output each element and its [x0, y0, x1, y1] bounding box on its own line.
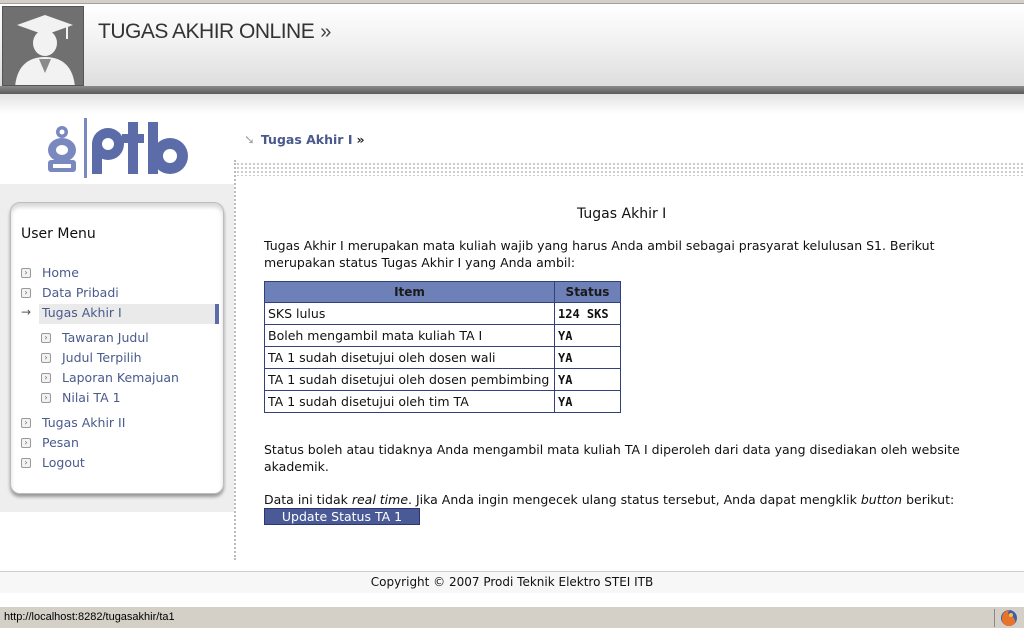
table-cell-status: YA: [554, 346, 621, 369]
table-row: Boleh mengambil mata kuliah TA I YA: [264, 324, 621, 347]
menu-title: User Menu: [21, 226, 96, 242]
note-text: berikut:: [902, 492, 955, 507]
firefox-icon[interactable]: [1000, 609, 1018, 627]
table-cell-item: TA 1 sudah disetujui oleh dosen pembimbi…: [264, 368, 555, 391]
header-bar: [0, 86, 1024, 94]
status-divider: [994, 609, 995, 627]
table-cell-item: Boleh mengambil mata kuliah TA I: [264, 324, 555, 347]
sidebar-item-label: Pesan: [42, 435, 79, 450]
table-cell-item: TA 1 sudah disetujui oleh tim TA: [264, 390, 555, 413]
table-header-row: Item Status: [264, 281, 621, 303]
arrow-right-icon: →: [21, 305, 32, 319]
table-row: TA 1 sudah disetujui oleh tim TA YA: [264, 390, 621, 413]
vertical-divider: [234, 160, 236, 560]
column-header-item: Item: [264, 281, 555, 303]
table-cell-status: 124 SKS: [554, 302, 621, 325]
bullet-arrow-icon: ›: [21, 438, 31, 448]
dotted-divider: [236, 162, 1024, 176]
itb-logo-icon: [44, 116, 194, 182]
arrow-down-right-icon: ➘: [244, 133, 255, 148]
intro-text: Tugas Akhir I merupakan mata kuliah waji…: [264, 238, 935, 270]
realtime-note: Data ini tidak real time. Jika Anda ingi…: [264, 491, 984, 508]
status-url: http://localhost:8282/tugasakhir/ta1: [4, 611, 175, 623]
breadcrumb: ➘ Tugas Akhir I»: [244, 132, 365, 148]
table-cell-status: YA: [554, 390, 621, 413]
table-cell-status: YA: [554, 324, 621, 347]
bullet-arrow-icon: ›: [21, 418, 31, 428]
bullet-arrow-icon: ›: [21, 458, 31, 468]
footer: Copyright © 2007 Prodi Teknik Elektro ST…: [0, 571, 1024, 593]
table-row: SKS lulus 124 SKS: [264, 302, 621, 325]
bullet-arrow-icon: ›: [41, 353, 51, 363]
note-text: Data ini tidak: [264, 492, 352, 507]
table-cell-item: TA 1 sudah disetujui oleh dosen wali: [264, 346, 555, 369]
status-table: Item Status SKS lulus 124 SKS Boleh meng…: [264, 281, 621, 413]
bullet-arrow-icon: ›: [41, 333, 51, 343]
user-menu-panel: User Menu › Home › Data Pribadi → Tugas …: [10, 202, 224, 494]
column-header-status: Status: [554, 281, 621, 303]
sidebar-item-label: Data Pribadi: [42, 285, 119, 300]
double-chevron-icon: »: [320, 21, 331, 43]
bullet-arrow-icon: ›: [21, 268, 31, 278]
bullet-arrow-icon: ›: [41, 373, 51, 383]
table-row: TA 1 sudah disetujui oleh dosen wali YA: [264, 346, 621, 369]
sidebar-item-label: Nilai TA 1: [62, 390, 121, 405]
bullet-arrow-icon: ›: [21, 288, 31, 298]
page-header: TUGAS AKHIR ONLINE»: [0, 4, 1024, 90]
note-text: . Jika Anda ingin mengecek ulang status …: [408, 492, 861, 507]
bullet-arrow-icon: ›: [41, 393, 51, 403]
note-emphasis: button: [860, 492, 903, 507]
table-cell-status: YA: [554, 368, 621, 391]
sidebar-item-label: Home: [42, 265, 79, 280]
site-title-text: TUGAS AKHIR ONLINE: [98, 20, 315, 43]
note-emphasis: real time: [351, 492, 409, 507]
sidebar-item-label: Tugas Akhir I: [42, 305, 122, 320]
breadcrumb-separator: »: [356, 132, 365, 147]
graduate-logo-icon: [2, 6, 84, 86]
breadcrumb-link[interactable]: Tugas Akhir I: [261, 132, 353, 147]
sidebar-item-label: Logout: [42, 455, 85, 470]
site-title: TUGAS AKHIR ONLINE»: [98, 20, 331, 44]
table-cell-item: SKS lulus: [264, 302, 555, 325]
header-shadow: [0, 94, 1024, 114]
sidebar-item-label: Tawaran Judul: [62, 330, 149, 345]
page-title: Tugas Akhir I: [577, 206, 667, 222]
sidebar-item-label: Tugas Akhir II: [42, 415, 126, 430]
sidebar-item-label: Judul Terpilih: [62, 350, 142, 365]
copyright-text: Copyright © 2007 Prodi Teknik Elektro ST…: [370, 575, 654, 589]
update-status-button[interactable]: Update Status TA 1: [264, 508, 420, 525]
browser-status-bar: http://localhost:8282/tugasakhir/ta1: [0, 606, 1024, 628]
sidebar-item-label: Laporan Kemajuan: [62, 370, 179, 385]
table-row: TA 1 sudah disetujui oleh dosen pembimbi…: [264, 368, 621, 391]
status-source-note: Status boleh atau tidaknya Anda mengambi…: [264, 442, 960, 474]
